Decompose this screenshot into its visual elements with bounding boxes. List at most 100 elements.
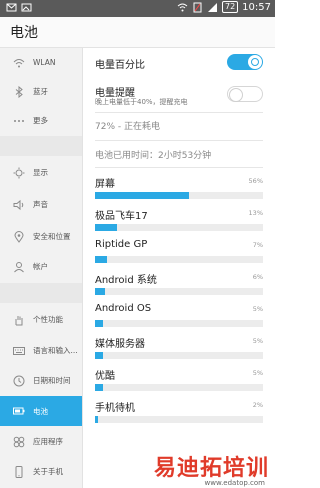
- page-title: 电池: [10, 25, 38, 41]
- usage-bar-fill: [95, 256, 107, 263]
- sidebar: WLAN 蓝牙 更多 显示 声音 安全和位置 帐户 个性功能 语言和输入... …: [0, 48, 83, 488]
- phone-icon: [13, 465, 25, 478]
- usage-item-percent: 56%: [248, 177, 263, 185]
- sidebar-item-label: 帐户: [33, 262, 48, 271]
- usage-item-name: 媒体服务器: [95, 339, 145, 350]
- usage-bar-fill: [95, 384, 104, 391]
- sidebar-item-label: 语言和输入...: [33, 346, 78, 355]
- signal-icon: [207, 2, 218, 13]
- sidebar-item-account[interactable]: 帐户: [0, 252, 82, 281]
- battery-status: 72% - 正在耗电: [95, 122, 160, 132]
- usage-item-percent: 6%: [252, 273, 263, 281]
- battery-level: 72: [221, 1, 239, 13]
- sidebar-item-wlan[interactable]: WLAN: [0, 48, 82, 77]
- usage-bar-track: [95, 192, 263, 199]
- clock-icon: [13, 375, 25, 387]
- watermark-url: www.edatop.com: [204, 479, 265, 487]
- usage-bar-fill: [95, 320, 104, 327]
- sidebar-item-label: 更多: [33, 116, 48, 125]
- sidebar-item-sound[interactable]: 声音: [0, 190, 82, 219]
- sidebar-item-label: 蓝牙: [33, 87, 48, 96]
- usage-item-percent: 5%: [252, 369, 263, 377]
- battery-reminder-description: 晚上电量低于40%，提醒充电: [95, 98, 188, 106]
- sidebar-item-label: 应用程序: [33, 437, 63, 446]
- divider: [95, 140, 263, 141]
- battery-settings-panel: 电量百分比 电量提醒 晚上电量低于40%，提醒充电 72% - 正在耗电 电池已…: [83, 48, 275, 488]
- sidebar-item-battery[interactable]: 电池: [0, 396, 82, 426]
- usage-bar-fill: [95, 192, 190, 199]
- battery-reminder-toggle[interactable]: [227, 86, 263, 102]
- brightness-icon: [13, 167, 25, 179]
- usage-item[interactable]: Android 系统 6%: [95, 271, 263, 301]
- usage-item-name: Android OS: [95, 303, 152, 314]
- apps-icon: [13, 436, 25, 448]
- sidebar-item-date-time[interactable]: 日期和时间: [0, 366, 82, 395]
- usage-item-percent: 13%: [248, 209, 263, 217]
- usage-bar-track: [95, 352, 263, 359]
- usage-item-name: 极品飞车17: [95, 211, 148, 222]
- usage-item-percent: 2%: [252, 401, 263, 409]
- usage-item-percent: 7%: [252, 241, 263, 249]
- usage-bar-track: [95, 256, 263, 263]
- wifi-signal-icon: [177, 2, 188, 13]
- divider: [95, 167, 263, 168]
- account-icon: [13, 261, 25, 273]
- volume-icon: [13, 199, 25, 211]
- hand-icon: [13, 314, 25, 326]
- usage-item-percent: 5%: [252, 337, 263, 345]
- sidebar-item-bluetooth[interactable]: 蓝牙: [0, 77, 82, 106]
- usage-item-name: Riptide GP: [95, 239, 148, 250]
- sidebar-item-label: WLAN: [33, 58, 56, 67]
- no-sim-icon: [192, 2, 203, 13]
- sidebar-item-about-phone[interactable]: 关于手机: [0, 457, 82, 486]
- sidebar-item-apps[interactable]: 应用程序: [0, 427, 82, 456]
- bluetooth-icon: [13, 85, 25, 98]
- sidebar-item-label: 安全和位置: [33, 232, 71, 241]
- usage-item-name: 优酷: [95, 371, 115, 382]
- battery-usage-time: 电池已用时间：2小时53分钟: [95, 151, 212, 161]
- sidebar-item-display[interactable]: 显示: [0, 158, 82, 187]
- usage-item-percent: 5%: [252, 305, 263, 313]
- usage-bar-track: [95, 416, 263, 423]
- usage-item[interactable]: Riptide GP 7%: [95, 239, 263, 269]
- clock: 10:57: [242, 1, 271, 13]
- sidebar-item-label: 声音: [33, 200, 48, 209]
- sidebar-item-label: 日期和时间: [33, 376, 71, 385]
- title-bar: 电池: [0, 17, 275, 48]
- sidebar-item-personalization[interactable]: 个性功能: [0, 305, 82, 334]
- usage-item-name: 手机待机: [95, 403, 135, 414]
- more-icon: [13, 115, 25, 127]
- usage-item-name: Android 系统: [95, 275, 157, 286]
- toggle-knob: [248, 55, 262, 69]
- usage-item[interactable]: Android OS 5%: [95, 303, 263, 333]
- sidebar-divider: [0, 283, 82, 303]
- image-icon: [21, 2, 32, 13]
- notification-box-icon: [6, 2, 17, 13]
- usage-bar-track: [95, 288, 263, 295]
- sidebar-divider: [0, 136, 82, 156]
- usage-item[interactable]: 优酷 5%: [95, 367, 263, 397]
- usage-item[interactable]: 屏幕 56%: [95, 175, 263, 205]
- sidebar-item-more[interactable]: 更多: [0, 106, 82, 135]
- usage-bar-track: [95, 320, 263, 327]
- watermark-logo: 易迪拓培训: [153, 456, 269, 481]
- usage-item-name: 屏幕: [95, 179, 115, 190]
- status-bar: 72 10:57: [0, 0, 275, 17]
- sidebar-item-label: 个性功能: [33, 315, 63, 324]
- battery-percentage-label: 电量百分比: [95, 60, 145, 71]
- usage-bar-fill: [95, 352, 104, 359]
- usage-bar-track: [95, 224, 263, 231]
- battery-percentage-toggle[interactable]: [227, 54, 263, 70]
- usage-bar-fill: [95, 288, 106, 295]
- toggle-knob: [229, 88, 243, 102]
- sidebar-item-language-input[interactable]: 语言和输入...: [0, 336, 82, 365]
- usage-item[interactable]: 极品飞车17 13%: [95, 207, 263, 237]
- usage-item[interactable]: 手机待机 2%: [95, 399, 263, 429]
- sidebar-item-security-location[interactable]: 安全和位置: [0, 222, 82, 251]
- usage-item[interactable]: 媒体服务器 5%: [95, 335, 263, 365]
- keyboard-icon: [13, 345, 25, 357]
- sidebar-item-label: 显示: [33, 168, 48, 177]
- divider: [95, 112, 263, 113]
- usage-bar-track: [95, 384, 263, 391]
- sidebar-item-label: 关于手机: [33, 467, 63, 476]
